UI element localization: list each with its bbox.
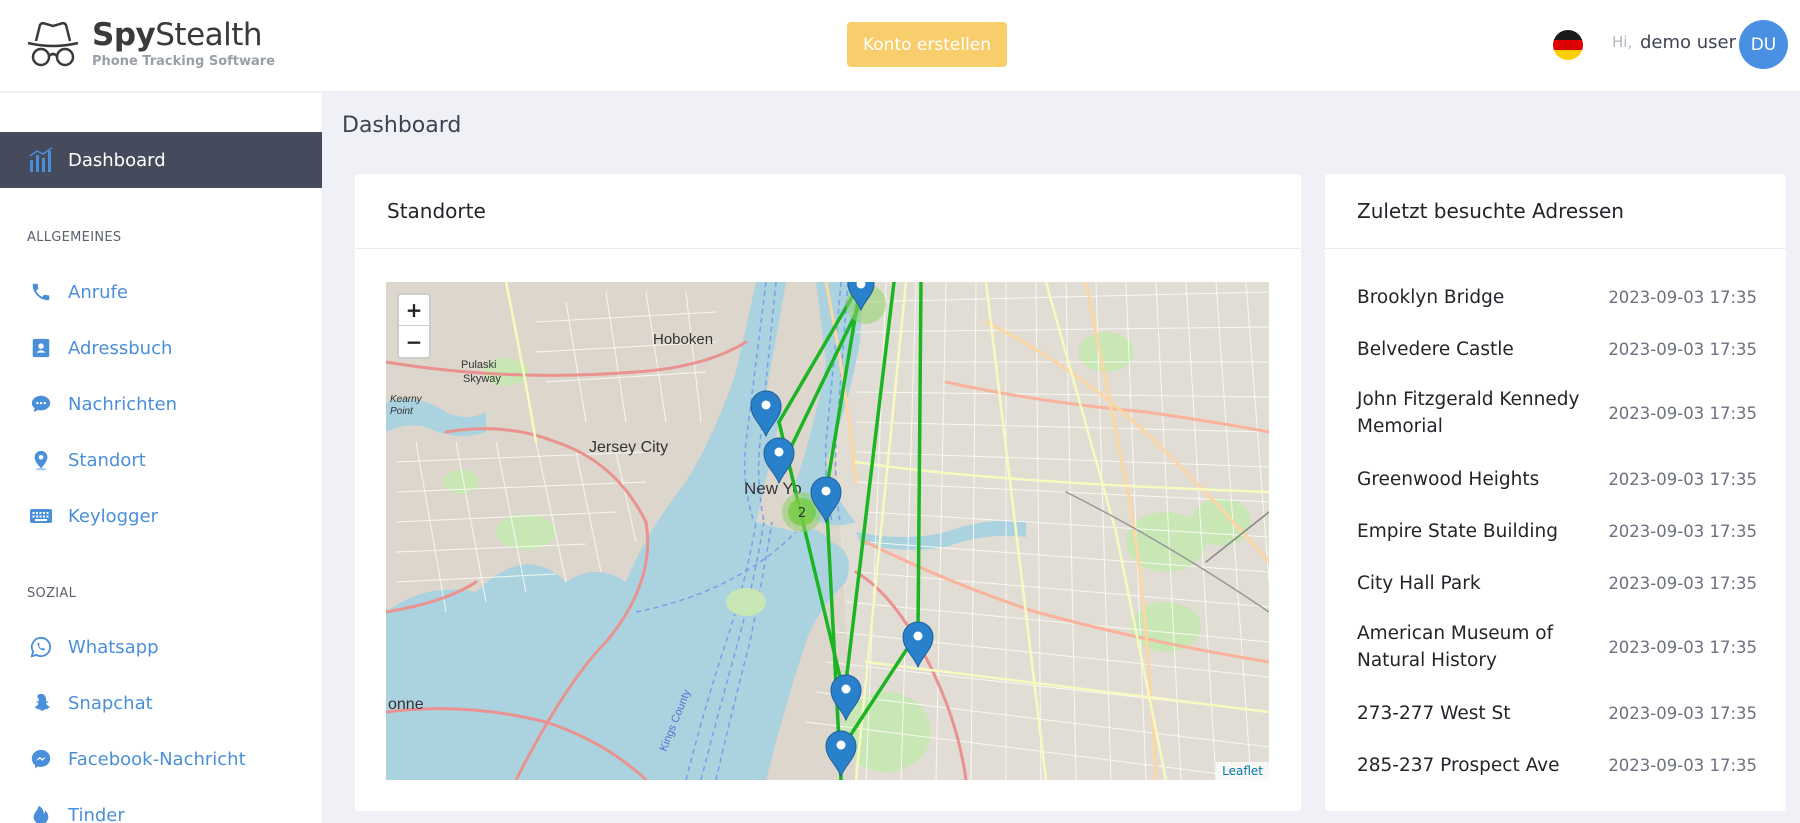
- sidebar: Dashboard ALLGEMEINES Anrufe Adressbuch …: [0, 93, 322, 823]
- sidebar-item-dashboard[interactable]: Dashboard: [0, 132, 322, 188]
- sidebar-item-label: Keylogger: [68, 505, 158, 527]
- logo[interactable]: SpyStealth Phone Tracking Software: [26, 18, 275, 69]
- sidebar-item-label: Whatsapp: [68, 636, 159, 658]
- whatsapp-icon: [28, 634, 54, 660]
- greeting-text: Hi,: [1612, 33, 1633, 51]
- address-name: Empire State Building: [1357, 521, 1558, 542]
- map-label-jersey-city: Jersey City: [589, 439, 668, 456]
- address-row: Belvedere Castle 2023-09-03 17:35: [1357, 336, 1757, 363]
- address-row: 273-277 West St 2023-09-03 17:35: [1357, 700, 1757, 727]
- location-map[interactable]: Hoboken Jersey City New Yo Pulaski Skywa…: [386, 282, 1269, 780]
- username[interactable]: demo user: [1640, 32, 1736, 53]
- zoom-in-button[interactable]: +: [399, 295, 429, 326]
- sidebar-item-label: Anrufe: [68, 281, 128, 303]
- sidebar-item-facebook-messenger[interactable]: Facebook-Nachricht: [0, 739, 322, 779]
- map-tiles[interactable]: Hoboken Jersey City New Yo Pulaski Skywa…: [386, 282, 1269, 780]
- address-row: Greenwood Heights 2023-09-03 17:35: [1357, 466, 1757, 493]
- map-label-hoboken: Hoboken: [653, 331, 713, 348]
- sidebar-item-snapchat[interactable]: Snapchat: [0, 683, 322, 723]
- sidebar-item-label: Snapchat: [68, 692, 153, 714]
- address-row: John Fitzgerald Kennedy Memorial 2023-09-…: [1357, 386, 1757, 440]
- recent-addresses-card: Zuletzt besuchte Adressen Brooklyn Bridg…: [1325, 174, 1786, 811]
- map-label-kearny: Kearny: [390, 394, 423, 405]
- location-pin-icon: [28, 447, 54, 473]
- tinder-icon: [28, 802, 54, 823]
- address-timestamp: 2023-09-03 17:35: [1608, 340, 1757, 359]
- sms-icon: [28, 391, 54, 417]
- map-zoom-controls: + −: [397, 293, 431, 359]
- address-name: 273-277 West St: [1357, 703, 1511, 724]
- address-name: John Fitzgerald Kennedy Memorial: [1357, 389, 1580, 437]
- address-timestamp: 2023-09-03 17:35: [1608, 704, 1757, 723]
- address-timestamp: 2023-09-03 17:35: [1608, 470, 1757, 489]
- section-heading-social: SOZIAL: [27, 586, 77, 601]
- sidebar-item-whatsapp[interactable]: Whatsapp: [0, 627, 322, 667]
- sidebar-item-calls[interactable]: Anrufe: [0, 272, 322, 312]
- address-timestamp: 2023-09-03 17:35: [1608, 403, 1757, 423]
- sidebar-item-tinder[interactable]: Tinder: [0, 795, 322, 823]
- address-timestamp: 2023-09-03 17:35: [1608, 637, 1757, 657]
- sidebar-item-label: Standort: [68, 449, 146, 471]
- section-heading-general: ALLGEMEINES: [27, 230, 122, 245]
- address-name: American Museum of Natural History: [1357, 623, 1554, 671]
- sidebar-item-messages[interactable]: Nachrichten: [0, 384, 322, 424]
- address-name: City Hall Park: [1357, 573, 1481, 594]
- page-title: Dashboard: [342, 113, 462, 138]
- map-label-pulaski: Pulaski: [461, 359, 496, 371]
- sidebar-item-label: Dashboard: [68, 149, 166, 171]
- map-label-point: Point: [390, 406, 414, 417]
- card-title: Zuletzt besuchte Adressen: [1325, 174, 1786, 249]
- cluster-count: 2: [798, 506, 806, 521]
- address-timestamp: 2023-09-03 17:35: [1608, 522, 1757, 541]
- logo-tagline: Phone Tracking Software: [92, 54, 276, 69]
- bar-chart-icon: [29, 147, 53, 172]
- address-row: Brooklyn Bridge 2023-09-03 17:35: [1357, 284, 1757, 311]
- germany-flag-icon[interactable]: [1553, 30, 1583, 60]
- address-timestamp: 2023-09-03 17:35: [1608, 288, 1757, 307]
- messenger-icon: [28, 746, 54, 772]
- spy-hat-glasses-icon: [27, 21, 79, 66]
- card-title: Standorte: [355, 174, 1301, 249]
- sidebar-item-label: Nachrichten: [68, 393, 178, 415]
- address-row: Empire State Building 2023-09-03 17:35: [1357, 518, 1757, 545]
- sidebar-item-address-book[interactable]: Adressbuch: [0, 328, 322, 368]
- address-name: Greenwood Heights: [1357, 469, 1540, 490]
- logo-title: SpyStealth: [92, 17, 263, 53]
- snapchat-icon: [28, 690, 54, 716]
- address-name: Belvedere Castle: [1357, 339, 1514, 360]
- contact-book-icon: [28, 335, 54, 361]
- sidebar-item-label: Adressbuch: [68, 337, 173, 359]
- address-timestamp: 2023-09-03 17:35: [1608, 574, 1757, 593]
- address-row: 285-237 Prospect Ave 2023-09-03 17:35: [1357, 752, 1757, 779]
- sidebar-item-location[interactable]: Standort: [0, 440, 322, 480]
- avatar[interactable]: DU: [1739, 20, 1788, 69]
- top-header: SpyStealth Phone Tracking Software Konto…: [0, 0, 1800, 92]
- map-label-bayonne: onne: [388, 696, 424, 713]
- address-timestamp: 2023-09-03 17:35: [1608, 756, 1757, 775]
- sidebar-item-label: Facebook-Nachricht: [68, 748, 246, 770]
- map-label-skyway: Skyway: [463, 373, 501, 385]
- address-row: City Hall Park 2023-09-03 17:35: [1357, 570, 1757, 597]
- keyboard-icon: [28, 503, 54, 529]
- address-row: American Museum of Natural History 2023-0…: [1357, 620, 1757, 674]
- create-account-button[interactable]: Konto erstellen: [847, 22, 1007, 67]
- address-name: 285-237 Prospect Ave: [1357, 755, 1560, 776]
- sidebar-item-keylogger[interactable]: Keylogger: [0, 496, 322, 536]
- map-attribution-link[interactable]: Leaflet: [1216, 762, 1269, 780]
- sidebar-item-label: Tinder: [68, 804, 125, 823]
- locations-card: Standorte Hoboken Jersey City New Yo Pul…: [355, 174, 1301, 811]
- address-name: Brooklyn Bridge: [1357, 287, 1505, 308]
- phone-icon: [28, 279, 54, 305]
- zoom-out-button[interactable]: −: [399, 326, 429, 357]
